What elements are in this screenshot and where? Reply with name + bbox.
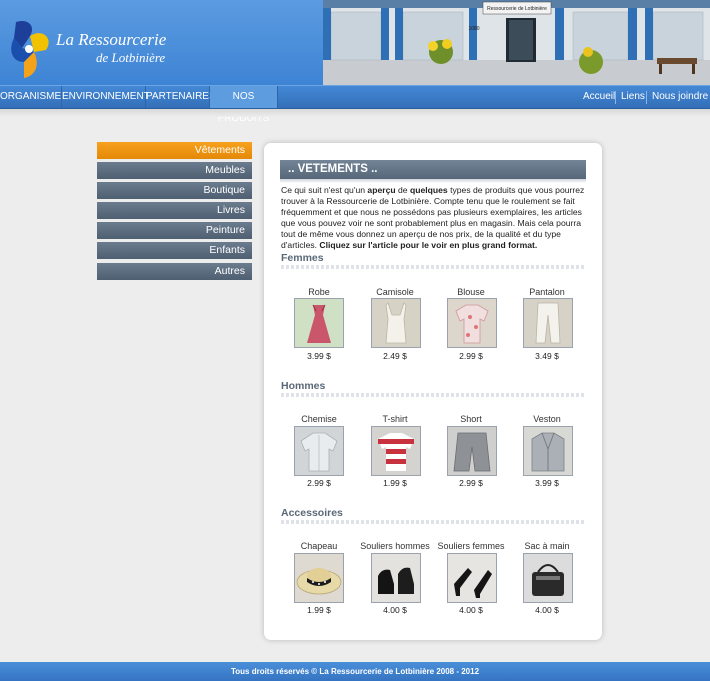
- product-name[interactable]: Sac à main: [511, 541, 583, 551]
- product-name[interactable]: Souliers hommes: [359, 541, 431, 551]
- product-price: 3.99 $: [307, 351, 331, 361]
- title-underline: [280, 179, 586, 183]
- nav-item-organisme[interactable]: ORGANISME: [0, 86, 62, 108]
- sidebar-item-peinture[interactable]: Peinture: [97, 222, 252, 239]
- blouse-icon[interactable]: [447, 298, 497, 348]
- site-header: La Ressourcerie de Lotbinière Ressourcer…: [0, 0, 710, 85]
- sidebar-item-vetements[interactable]: Vêtements: [97, 142, 252, 159]
- nav-separator: [615, 91, 616, 104]
- main-nav: ORGANISME ENVIRONNEMENT PARTENAIRES NOS …: [0, 85, 710, 124]
- tshirt-icon[interactable]: [371, 426, 421, 476]
- storefront-number: 1080: [468, 26, 479, 32]
- product-name[interactable]: Camisole: [359, 287, 431, 297]
- product-name[interactable]: Chapeau: [283, 541, 355, 551]
- product-price: 3.49 $: [535, 351, 559, 361]
- brand-name: La Ressourcerie: [56, 30, 167, 49]
- product-price: 1.99 $: [307, 605, 331, 615]
- jacket-icon[interactable]: [523, 426, 573, 476]
- camisole-icon[interactable]: [371, 298, 421, 348]
- product-price: 1.99 $: [383, 478, 407, 488]
- product-name[interactable]: Short: [435, 414, 507, 424]
- intro-text-part: Ce qui suit n'est qu'un: [281, 185, 368, 195]
- product-name[interactable]: Pantalon: [511, 287, 583, 297]
- product-price: 2.99 $: [307, 478, 331, 488]
- sidebar-item-boutique[interactable]: Boutique: [97, 182, 252, 199]
- nav-link-accueil[interactable]: Accueil: [583, 86, 615, 108]
- intro-emphasis: aperçu: [367, 185, 396, 195]
- section-title-accessoires: Accessoires: [281, 507, 343, 519]
- intro-emphasis: quelques: [409, 185, 448, 195]
- nav-item-nos-produits[interactable]: NOS PRODUITS: [210, 86, 278, 124]
- product-price: 4.00 $: [535, 605, 559, 615]
- nav-item-partenaires[interactable]: PARTENAIRES: [146, 86, 216, 108]
- sidebar-item-meubles[interactable]: Meubles: [97, 162, 252, 179]
- section-divider: [281, 393, 586, 397]
- product-name[interactable]: Chemise: [283, 414, 355, 424]
- nav-link-nous-joindre[interactable]: Nous joindre: [652, 86, 708, 108]
- intro-text: Ce qui suit n'est qu'un aperçu de quelqu…: [281, 185, 586, 251]
- sidebar-item-livres[interactable]: Livres: [97, 202, 252, 219]
- product-name[interactable]: T-shirt: [359, 414, 431, 424]
- brand-subname: de Lotbinière: [96, 50, 166, 65]
- product-name[interactable]: Souliers femmes: [435, 541, 507, 551]
- hat-icon[interactable]: [294, 553, 344, 603]
- product-price: 2.49 $: [383, 351, 407, 361]
- pants-icon[interactable]: [523, 298, 573, 348]
- product-price: 2.99 $: [459, 478, 483, 488]
- section-divider: [281, 265, 586, 269]
- intro-text-part: de: [395, 185, 410, 195]
- product-price: 3.99 $: [535, 478, 559, 488]
- page-title: .. VETEMENTS ..: [280, 160, 586, 179]
- product-name[interactable]: Robe: [283, 287, 355, 297]
- shirt-icon[interactable]: [294, 426, 344, 476]
- handbag-icon[interactable]: [523, 553, 573, 603]
- product-name[interactable]: Veston: [511, 414, 583, 424]
- section-title-hommes: Hommes: [281, 380, 326, 392]
- shorts-icon[interactable]: [447, 426, 497, 476]
- section-title-femmes: Femmes: [281, 252, 324, 264]
- intro-emphasis: Cliquez sur l'article pour le voir en pl…: [319, 240, 538, 250]
- mens-shoes-icon[interactable]: [371, 553, 421, 603]
- logo-icon[interactable]: [6, 18, 56, 82]
- dress-icon[interactable]: [294, 298, 344, 348]
- product-price: 4.00 $: [459, 605, 483, 615]
- nav-link-liens[interactable]: Liens: [621, 86, 645, 108]
- product-price: 4.00 $: [383, 605, 407, 615]
- nav-shadow: [0, 109, 710, 117]
- section-divider: [281, 520, 586, 524]
- nav-item-environnement[interactable]: ENVIRONNEMENT: [62, 86, 150, 108]
- nav-separator: [646, 91, 647, 104]
- product-name[interactable]: Blouse: [435, 287, 507, 297]
- womens-shoes-icon[interactable]: [447, 553, 497, 603]
- storefront-sign-text: Ressourcerie de Lotbinière: [487, 6, 547, 12]
- sidebar-item-enfants[interactable]: Enfants: [97, 242, 252, 259]
- storefront-photo: Ressourcerie de Lotbinière 1080: [323, 0, 710, 85]
- product-price: 2.99 $: [459, 351, 483, 361]
- site-footer: Tous droits réservés © La Ressourcerie d…: [0, 662, 710, 681]
- sidebar-item-autres[interactable]: Autres: [97, 263, 252, 280]
